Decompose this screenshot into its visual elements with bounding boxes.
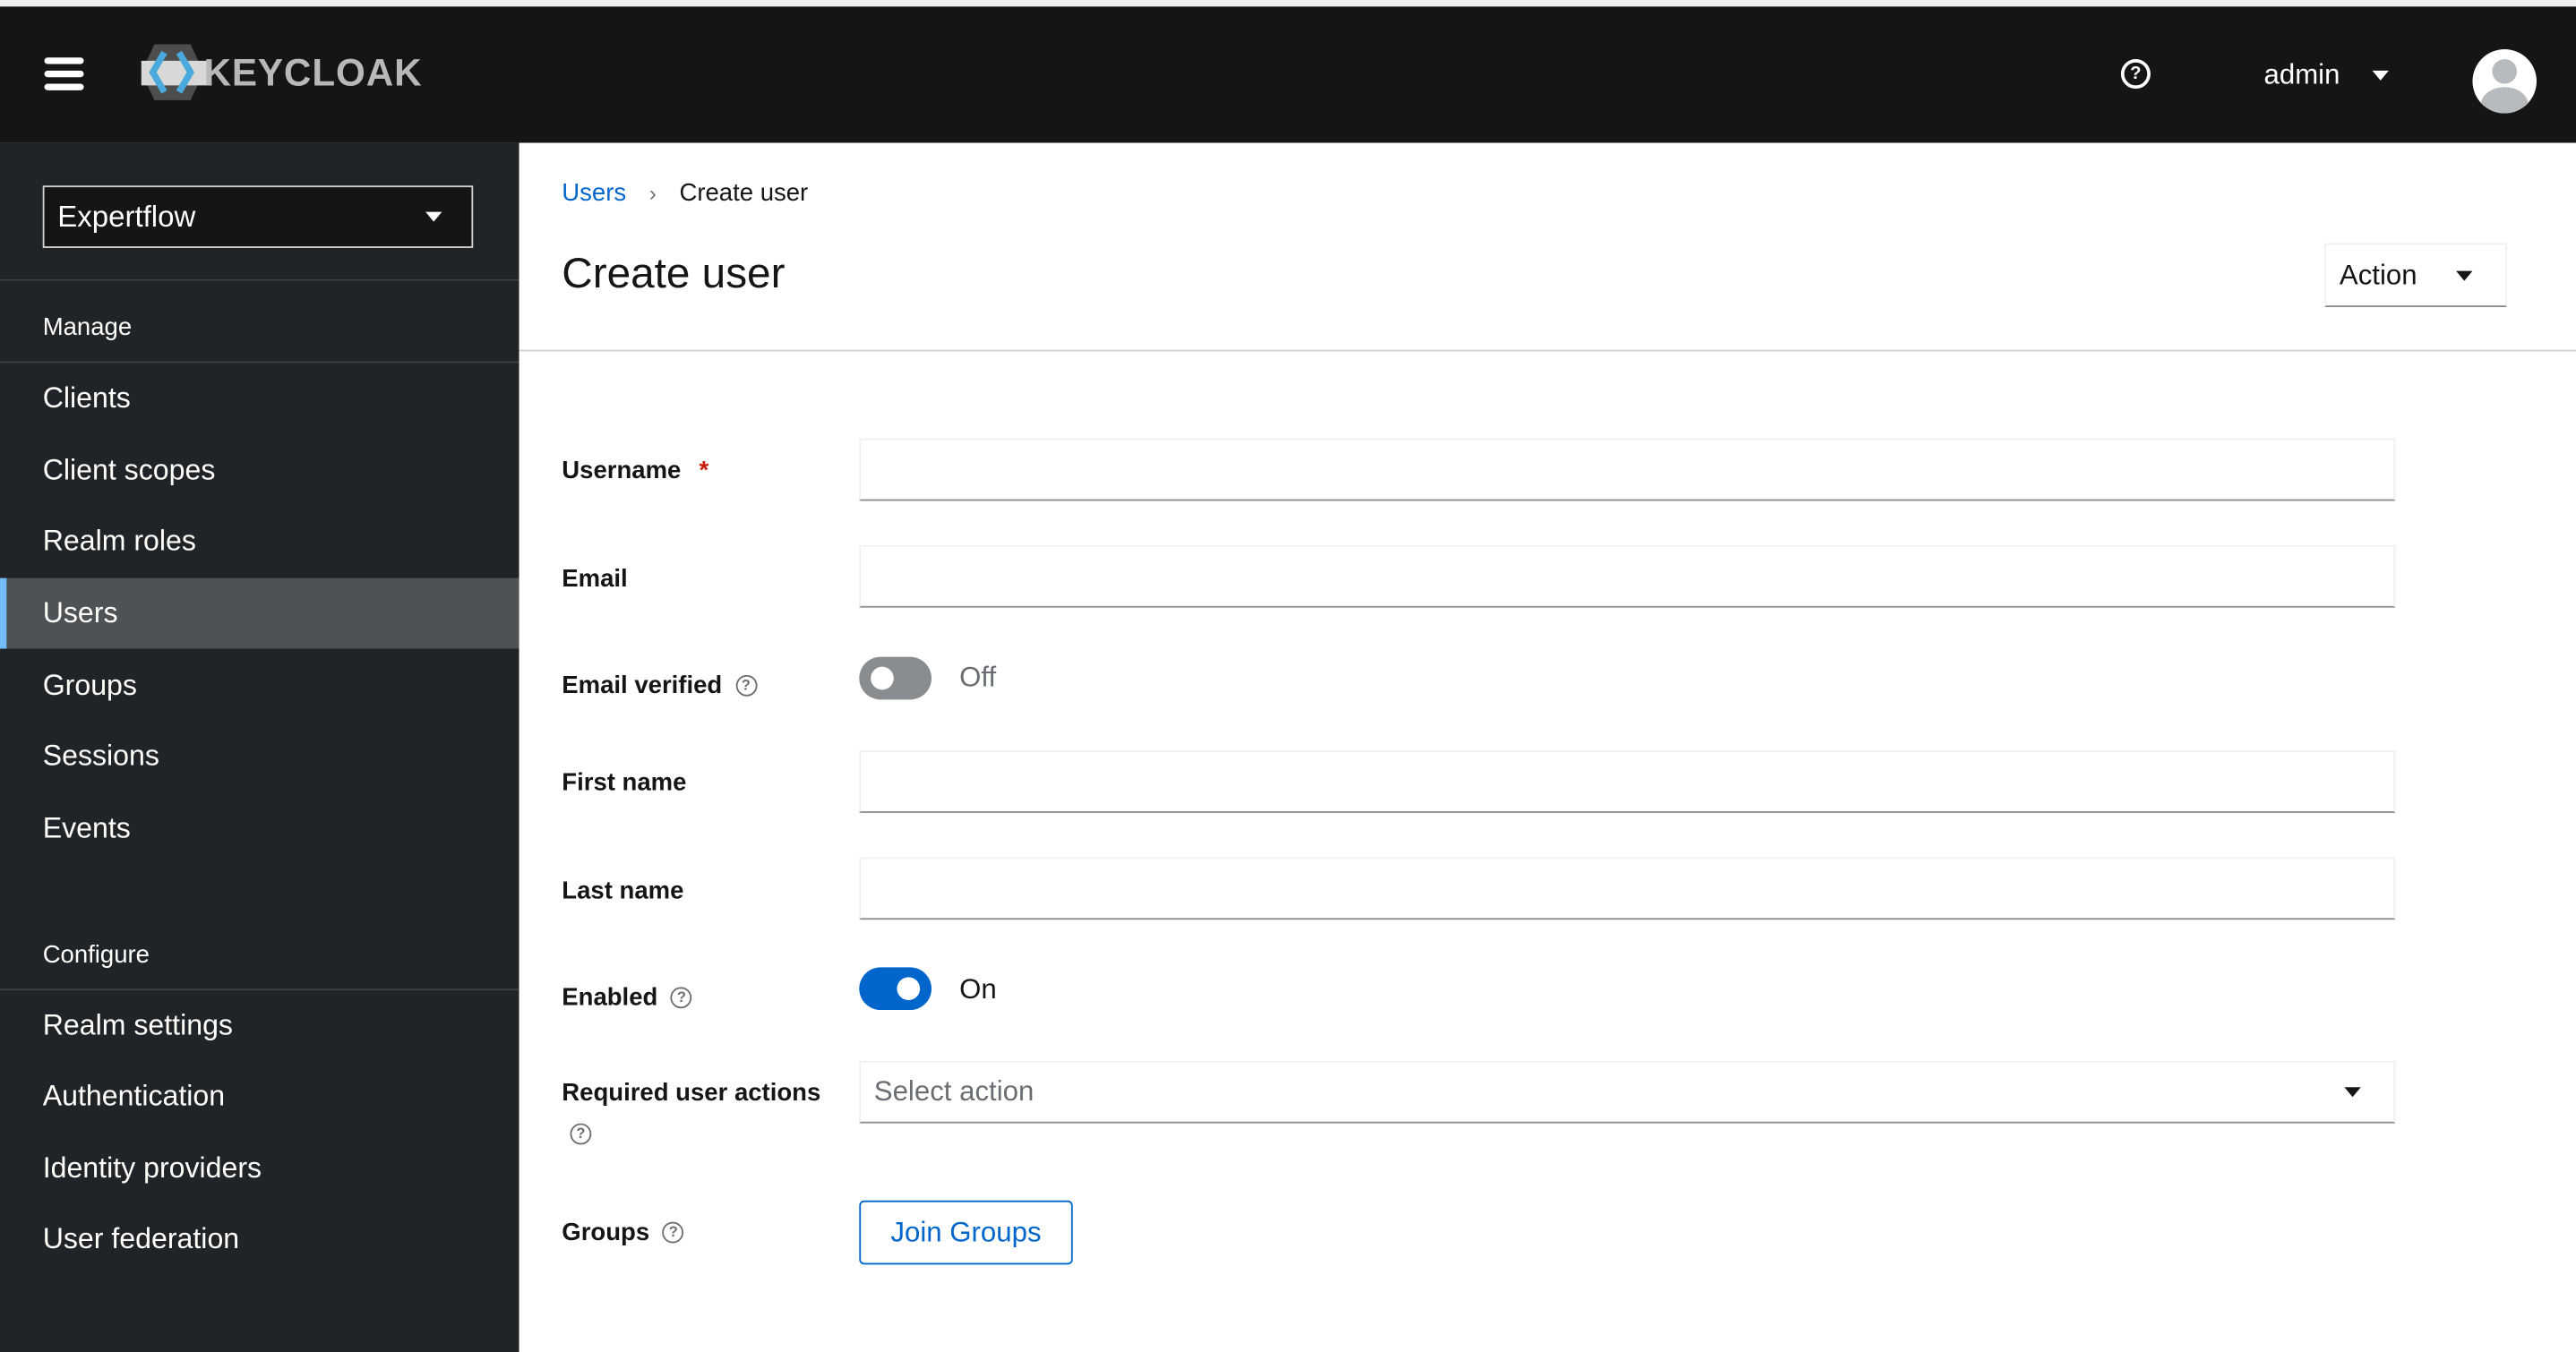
sidebar-item-realm-settings[interactable]: Realm settings xyxy=(0,990,519,1061)
required-actions-select[interactable]: Select action xyxy=(859,1060,2396,1124)
username-label-text: Username xyxy=(562,456,682,485)
masthead: KEYCLOAK ? admin xyxy=(0,6,2576,143)
email-verified-state: Off xyxy=(959,662,997,694)
username-label: Username * xyxy=(562,457,708,484)
first-name-label: First name xyxy=(562,768,686,796)
sidebar-item-user-federation[interactable]: User federation xyxy=(0,1203,519,1274)
help-icon[interactable]: ? xyxy=(662,1221,684,1244)
email-verified-label-text: Email verified xyxy=(562,672,723,700)
sidebar-item-client-scopes[interactable]: Client scopes xyxy=(0,435,519,506)
required-actions-label-text: Required user actions xyxy=(562,1079,821,1108)
required-actions-label: Required user actions ? xyxy=(562,1079,821,1145)
required-mark: * xyxy=(699,456,709,485)
page-title: Create user xyxy=(562,247,786,297)
email-label: Email xyxy=(562,565,627,593)
caret-down-icon xyxy=(2373,70,2390,81)
sidebar-item-identity-providers[interactable]: Identity providers xyxy=(0,1134,519,1204)
select-placeholder: Select action xyxy=(873,1075,1035,1108)
hamburger-menu-icon[interactable] xyxy=(44,57,84,90)
sidebar: Expertflow Manage Clients Client scopes … xyxy=(0,142,519,1352)
first-name-label-text: First name xyxy=(562,768,687,797)
groups-label: Groups? xyxy=(562,1218,684,1247)
username-label: admin xyxy=(2263,59,2340,90)
caret-down-icon xyxy=(425,211,442,222)
email-verified-label: Email verified? xyxy=(562,672,757,700)
sidebar-item-realm-roles[interactable]: Realm roles xyxy=(0,506,519,577)
breadcrumb-current: Create user xyxy=(679,178,809,208)
help-icon[interactable]: ? xyxy=(570,1123,592,1145)
caret-down-icon xyxy=(2344,1087,2361,1098)
realm-selector[interactable]: Expertflow xyxy=(42,185,474,248)
sidebar-item-users[interactable]: Users xyxy=(0,578,519,649)
user-dropdown[interactable]: admin xyxy=(2264,59,2390,92)
email-verified-toggle[interactable] xyxy=(859,656,932,700)
section-configure: Configure xyxy=(42,940,150,970)
last-name-label-text: Last name xyxy=(562,877,684,905)
main-content: Users › Create user Create user Action U… xyxy=(519,142,2576,1352)
email-input[interactable] xyxy=(859,544,2396,608)
chevron-right-icon: › xyxy=(648,180,657,206)
action-label: Action xyxy=(2339,258,2417,290)
email-label-text: Email xyxy=(562,564,628,594)
sidebar-item-clients[interactable]: Clients xyxy=(0,363,519,433)
breadcrumb: Users › Create user xyxy=(562,179,808,207)
action-dropdown[interactable]: Action xyxy=(2324,243,2507,307)
sidebar-item-groups[interactable]: Groups xyxy=(0,650,519,721)
enabled-toggle[interactable] xyxy=(859,967,932,1011)
help-icon[interactable]: ? xyxy=(2120,59,2151,90)
groups-label-text: Groups xyxy=(562,1218,650,1247)
help-icon[interactable]: ? xyxy=(671,987,692,1009)
sidebar-item-authentication[interactable]: Authentication xyxy=(0,1061,519,1132)
divider xyxy=(0,278,519,281)
keycloak-logo-icon xyxy=(141,44,208,100)
sidebar-item-events[interactable]: Events xyxy=(0,793,519,864)
enabled-label: Enabled? xyxy=(562,984,692,1012)
first-name-input[interactable] xyxy=(859,750,2396,813)
sidebar-item-sessions[interactable]: Sessions xyxy=(0,721,519,792)
keycloak-logo[interactable]: KEYCLOAK xyxy=(138,43,422,102)
enabled-label-text: Enabled xyxy=(562,983,658,1012)
caret-down-icon xyxy=(2456,270,2473,280)
enabled-state: On xyxy=(959,973,997,1005)
last-name-label: Last name xyxy=(562,877,683,904)
top-strip xyxy=(0,0,2576,7)
realm-name: Expertflow xyxy=(57,199,196,233)
divider xyxy=(519,349,2576,352)
section-manage: Manage xyxy=(42,313,133,342)
avatar[interactable] xyxy=(2472,49,2537,114)
join-groups-button[interactable]: Join Groups xyxy=(859,1200,1073,1265)
last-name-input[interactable] xyxy=(859,857,2396,920)
breadcrumb-users-link[interactable]: Users xyxy=(562,179,626,207)
help-icon[interactable]: ? xyxy=(734,674,757,697)
username-input[interactable] xyxy=(859,438,2396,501)
